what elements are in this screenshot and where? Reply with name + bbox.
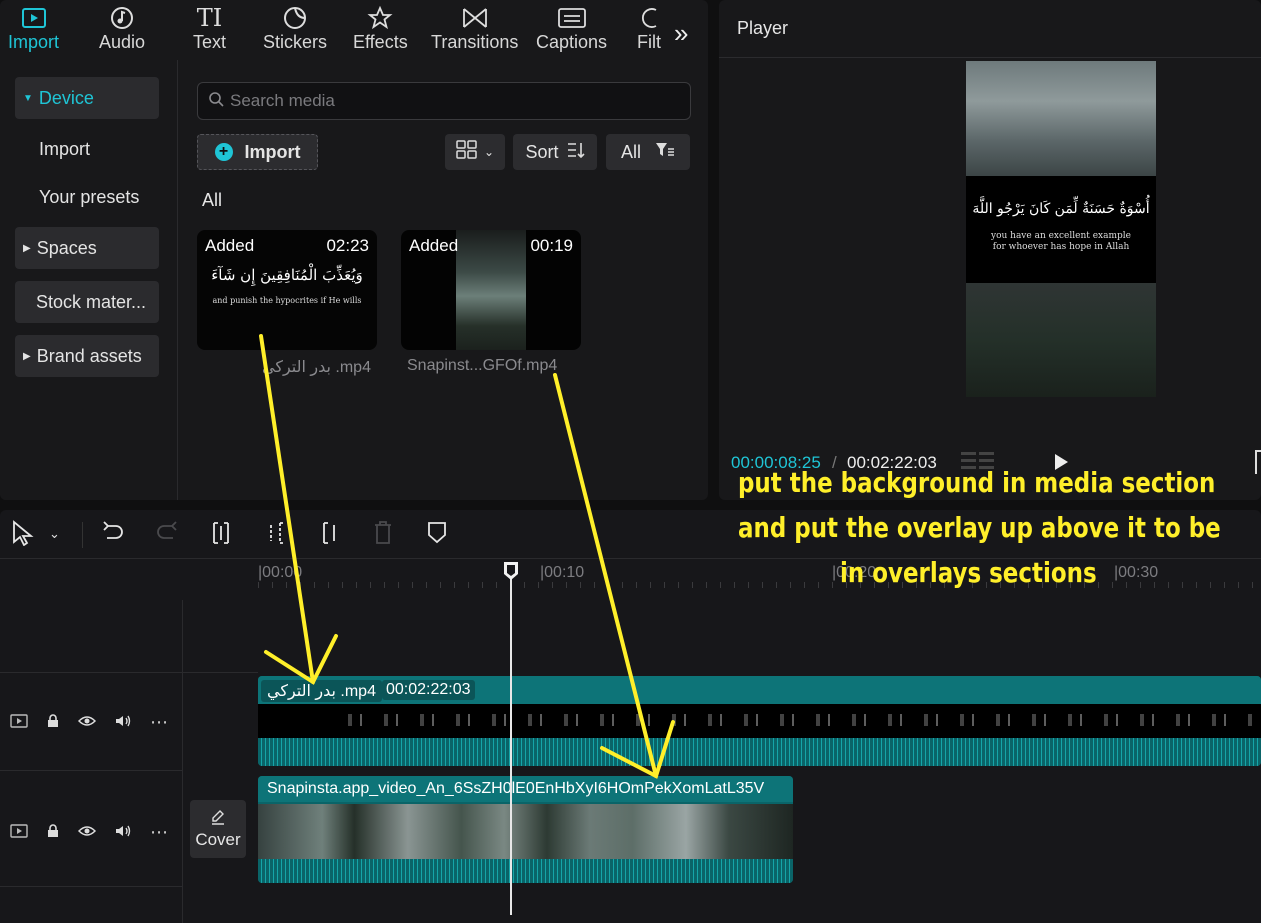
arrow-head [600,720,675,779]
annotation-arrows [259,334,675,779]
arrow-line [553,373,658,778]
arrow-head [264,634,338,685]
arrow-line [259,334,315,684]
